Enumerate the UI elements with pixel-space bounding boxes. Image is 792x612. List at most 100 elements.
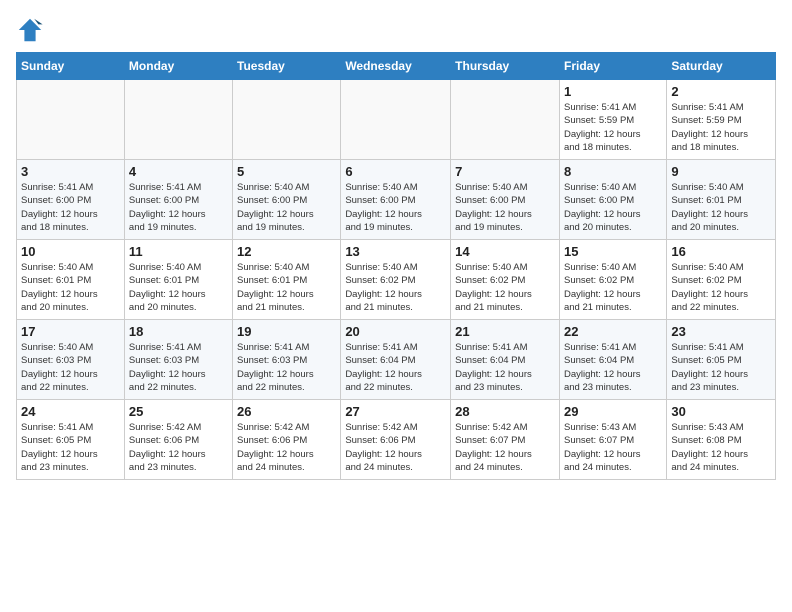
calendar-header-monday: Monday [124,53,232,80]
cell-info: Sunrise: 5:41 AM Sunset: 5:59 PM Dayligh… [671,101,771,154]
cell-info: Sunrise: 5:40 AM Sunset: 6:01 PM Dayligh… [237,261,336,314]
calendar-cell: 22 Sunrise: 5:41 AM Sunset: 6:04 PM Dayli… [559,320,666,400]
cell-info: Sunrise: 5:40 AM Sunset: 6:01 PM Dayligh… [21,261,120,314]
day-number: 3 [21,164,120,179]
calendar-cell: 17 Sunrise: 5:40 AM Sunset: 6:03 PM Dayli… [17,320,125,400]
cell-info: Sunrise: 5:40 AM Sunset: 6:02 PM Dayligh… [455,261,555,314]
day-number: 9 [671,164,771,179]
day-number: 21 [455,324,555,339]
calendar-header-sunday: Sunday [17,53,125,80]
day-number: 16 [671,244,771,259]
cell-info: Sunrise: 5:43 AM Sunset: 6:07 PM Dayligh… [564,421,662,474]
cell-info: Sunrise: 5:41 AM Sunset: 6:05 PM Dayligh… [671,341,771,394]
calendar-cell: 13 Sunrise: 5:40 AM Sunset: 6:02 PM Dayli… [341,240,451,320]
cell-info: Sunrise: 5:41 AM Sunset: 6:00 PM Dayligh… [21,181,120,234]
day-number: 10 [21,244,120,259]
cell-info: Sunrise: 5:40 AM Sunset: 6:00 PM Dayligh… [345,181,446,234]
calendar-week-3: 17 Sunrise: 5:40 AM Sunset: 6:03 PM Dayli… [17,320,776,400]
calendar-week-2: 10 Sunrise: 5:40 AM Sunset: 6:01 PM Dayli… [17,240,776,320]
calendar-cell: 30 Sunrise: 5:43 AM Sunset: 6:08 PM Dayli… [667,400,776,480]
cell-info: Sunrise: 5:41 AM Sunset: 6:04 PM Dayligh… [345,341,446,394]
day-number: 5 [237,164,336,179]
calendar-cell: 12 Sunrise: 5:40 AM Sunset: 6:01 PM Dayli… [233,240,341,320]
day-number: 22 [564,324,662,339]
cell-info: Sunrise: 5:40 AM Sunset: 6:02 PM Dayligh… [345,261,446,314]
calendar-cell: 15 Sunrise: 5:40 AM Sunset: 6:02 PM Dayli… [559,240,666,320]
calendar-cell: 14 Sunrise: 5:40 AM Sunset: 6:02 PM Dayli… [451,240,560,320]
calendar-header-thursday: Thursday [451,53,560,80]
day-number: 1 [564,84,662,99]
calendar-week-0: 1 Sunrise: 5:41 AM Sunset: 5:59 PM Daylig… [17,80,776,160]
calendar-header-tuesday: Tuesday [233,53,341,80]
calendar-cell [17,80,125,160]
cell-info: Sunrise: 5:40 AM Sunset: 6:03 PM Dayligh… [21,341,120,394]
cell-info: Sunrise: 5:40 AM Sunset: 6:02 PM Dayligh… [564,261,662,314]
cell-info: Sunrise: 5:41 AM Sunset: 6:05 PM Dayligh… [21,421,120,474]
calendar-cell: 2 Sunrise: 5:41 AM Sunset: 5:59 PM Daylig… [667,80,776,160]
calendar-body: 1 Sunrise: 5:41 AM Sunset: 5:59 PM Daylig… [17,80,776,480]
cell-info: Sunrise: 5:41 AM Sunset: 5:59 PM Dayligh… [564,101,662,154]
day-number: 20 [345,324,446,339]
calendar-cell [124,80,232,160]
cell-info: Sunrise: 5:40 AM Sunset: 6:02 PM Dayligh… [671,261,771,314]
calendar-cell: 18 Sunrise: 5:41 AM Sunset: 6:03 PM Dayli… [124,320,232,400]
calendar-cell: 29 Sunrise: 5:43 AM Sunset: 6:07 PM Dayli… [559,400,666,480]
day-number: 14 [455,244,555,259]
calendar-header-saturday: Saturday [667,53,776,80]
logo [16,16,48,44]
calendar-cell: 10 Sunrise: 5:40 AM Sunset: 6:01 PM Dayli… [17,240,125,320]
cell-info: Sunrise: 5:41 AM Sunset: 6:03 PM Dayligh… [237,341,336,394]
cell-info: Sunrise: 5:40 AM Sunset: 6:01 PM Dayligh… [671,181,771,234]
calendar-week-4: 24Sunrise: 5:41 AM Sunset: 6:05 PM Dayli… [17,400,776,480]
calendar-header-row: SundayMondayTuesdayWednesdayThursdayFrid… [17,53,776,80]
day-number: 13 [345,244,446,259]
calendar-cell: 7Sunrise: 5:40 AM Sunset: 6:00 PM Daylig… [451,160,560,240]
calendar-cell: 3 Sunrise: 5:41 AM Sunset: 6:00 PM Daylig… [17,160,125,240]
calendar-cell [341,80,451,160]
day-number: 12 [237,244,336,259]
day-number: 28 [455,404,555,419]
calendar-cell: 25 Sunrise: 5:42 AM Sunset: 6:06 PM Dayli… [124,400,232,480]
day-number: 17 [21,324,120,339]
calendar-cell [233,80,341,160]
calendar-cell: 5 Sunrise: 5:40 AM Sunset: 6:00 PM Daylig… [233,160,341,240]
calendar-cell: 24Sunrise: 5:41 AM Sunset: 6:05 PM Dayli… [17,400,125,480]
calendar-cell: 1 Sunrise: 5:41 AM Sunset: 5:59 PM Daylig… [559,80,666,160]
calendar-week-1: 3 Sunrise: 5:41 AM Sunset: 6:00 PM Daylig… [17,160,776,240]
day-number: 7 [455,164,555,179]
day-number: 8 [564,164,662,179]
cell-info: Sunrise: 5:43 AM Sunset: 6:08 PM Dayligh… [671,421,771,474]
cell-info: Sunrise: 5:41 AM Sunset: 6:04 PM Dayligh… [564,341,662,394]
calendar-cell: 6 Sunrise: 5:40 AM Sunset: 6:00 PM Daylig… [341,160,451,240]
day-number: 6 [345,164,446,179]
calendar-cell: 8 Sunrise: 5:40 AM Sunset: 6:00 PM Daylig… [559,160,666,240]
cell-info: Sunrise: 5:42 AM Sunset: 6:06 PM Dayligh… [237,421,336,474]
calendar-cell: 9 Sunrise: 5:40 AM Sunset: 6:01 PM Daylig… [667,160,776,240]
calendar-cell: 19Sunrise: 5:41 AM Sunset: 6:03 PM Dayli… [233,320,341,400]
calendar-cell: 16 Sunrise: 5:40 AM Sunset: 6:02 PM Dayli… [667,240,776,320]
day-number: 25 [129,404,228,419]
day-number: 15 [564,244,662,259]
cell-info: Sunrise: 5:40 AM Sunset: 6:00 PM Dayligh… [564,181,662,234]
calendar-cell: 11Sunrise: 5:40 AM Sunset: 6:01 PM Dayli… [124,240,232,320]
cell-info: Sunrise: 5:40 AM Sunset: 6:01 PM Dayligh… [129,261,228,314]
calendar-table: SundayMondayTuesdayWednesdayThursdayFrid… [16,52,776,480]
day-number: 18 [129,324,228,339]
cell-info: Sunrise: 5:42 AM Sunset: 6:06 PM Dayligh… [129,421,228,474]
day-number: 30 [671,404,771,419]
cell-info: Sunrise: 5:40 AM Sunset: 6:00 PM Dayligh… [237,181,336,234]
cell-info: Sunrise: 5:42 AM Sunset: 6:06 PM Dayligh… [345,421,446,474]
calendar-cell: 26Sunrise: 5:42 AM Sunset: 6:06 PM Dayli… [233,400,341,480]
day-number: 29 [564,404,662,419]
cell-info: Sunrise: 5:42 AM Sunset: 6:07 PM Dayligh… [455,421,555,474]
calendar-cell: 23Sunrise: 5:41 AM Sunset: 6:05 PM Dayli… [667,320,776,400]
day-number: 2 [671,84,771,99]
calendar-cell: 27Sunrise: 5:42 AM Sunset: 6:06 PM Dayli… [341,400,451,480]
cell-info: Sunrise: 5:41 AM Sunset: 6:04 PM Dayligh… [455,341,555,394]
logo-icon [16,16,44,44]
calendar-cell: 20 Sunrise: 5:41 AM Sunset: 6:04 PM Dayli… [341,320,451,400]
calendar-header-wednesday: Wednesday [341,53,451,80]
cell-info: Sunrise: 5:41 AM Sunset: 6:03 PM Dayligh… [129,341,228,394]
calendar-cell [451,80,560,160]
calendar-cell: 21 Sunrise: 5:41 AM Sunset: 6:04 PM Dayli… [451,320,560,400]
